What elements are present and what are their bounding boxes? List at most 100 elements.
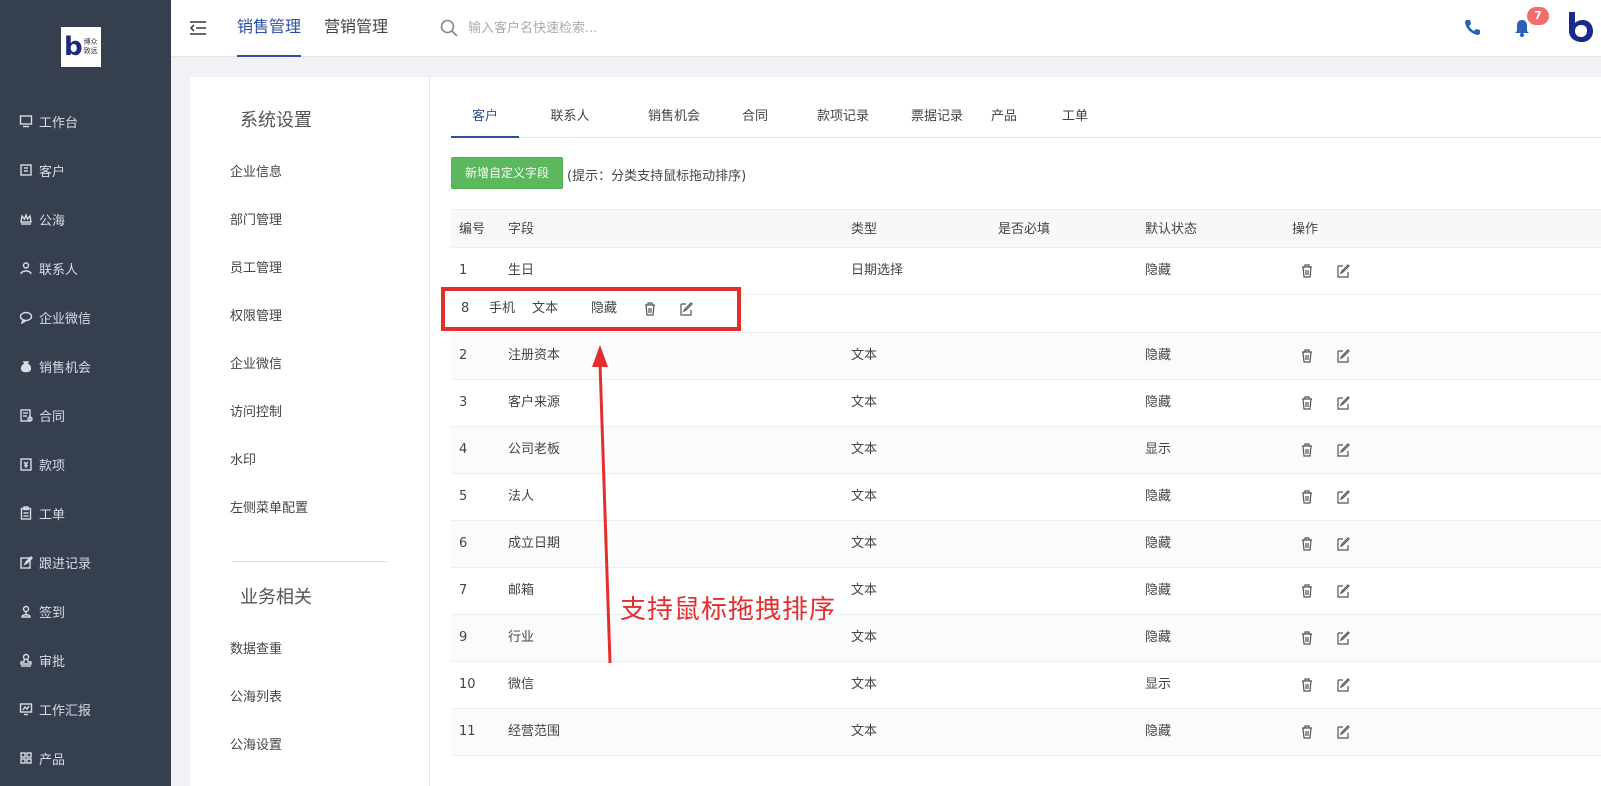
edit-icon[interactable] [1336, 489, 1350, 505]
settings-item-6[interactable]: 水印 [230, 449, 256, 468]
table-row[interactable]: 5 法人 文本 隐藏 [451, 474, 1601, 521]
sidebar-item-12[interactable]: 工作汇报 [0, 694, 171, 724]
phone-icon[interactable] [1461, 17, 1483, 39]
search-icon[interactable] [439, 18, 459, 38]
table-row[interactable]: 6 成立日期 文本 隐藏 [451, 521, 1601, 568]
sidebar-item-0[interactable]: 工作台 [0, 106, 171, 136]
top-tab-marketing[interactable]: 营销管理 [324, 0, 388, 57]
sidebar-item-label: 企业微信 [39, 311, 92, 327]
top-tab-sales[interactable]: 销售管理 [237, 0, 301, 57]
table-row[interactable]: 3 客户来源 文本 隐藏 [451, 380, 1601, 427]
drag-row-field: 手机 [489, 301, 516, 316]
tab-3[interactable]: 合同 [723, 97, 787, 138]
column-header-5: 操作 [1292, 222, 1319, 237]
tab-0[interactable]: 客户 [451, 97, 519, 138]
cell-field: 注册资本 [508, 348, 561, 363]
settings-item-3[interactable]: 权限管理 [230, 305, 282, 324]
trash-icon[interactable] [1300, 724, 1314, 740]
trash-icon[interactable] [643, 301, 657, 317]
sidebar-item-10[interactable]: 签到 [0, 596, 171, 626]
edit-icon[interactable] [1336, 348, 1350, 364]
sidebar-item-label: 公海 [39, 213, 66, 229]
trash-icon[interactable] [1300, 442, 1314, 458]
cell-no: 4 [459, 442, 468, 457]
location-icon [19, 604, 33, 618]
tab-6[interactable]: 产品 [987, 97, 1021, 138]
table-row[interactable]: 10 微信 文本 显示 [451, 662, 1601, 709]
add-custom-field-button[interactable]: 新增自定义字段 [451, 157, 563, 189]
menu-collapse-icon[interactable] [187, 17, 209, 39]
trash-icon[interactable] [1300, 348, 1314, 364]
dragging-row[interactable]: 8 手机 文本 隐藏 [441, 287, 741, 331]
table-row[interactable]: 2 注册资本 文本 隐藏 [451, 333, 1601, 380]
settings-item-5[interactable]: 访问控制 [230, 401, 282, 420]
table-row[interactable]: 11 经营范围 文本 隐藏 [451, 709, 1601, 756]
edit-icon[interactable] [1336, 536, 1350, 552]
settings-item-4[interactable]: 企业微信 [230, 353, 282, 372]
edit-icon[interactable] [1336, 395, 1350, 411]
cell-no: 3 [459, 395, 468, 410]
table-row[interactable]: 4 公司老板 文本 显示 [451, 427, 1601, 474]
payment-icon [19, 457, 33, 471]
settings-divider [232, 561, 387, 562]
tab-5[interactable]: 票据记录 [885, 97, 989, 138]
drag-sort-annotation: 支持鼠标拖拽排序 [620, 595, 837, 625]
tab-7[interactable]: 工单 [1051, 97, 1099, 138]
sidebar-item-13[interactable]: 产品 [0, 743, 171, 773]
sidebar-item-8[interactable]: 工单 [0, 498, 171, 528]
sidebar-item-1[interactable]: 客户 [0, 155, 171, 185]
edit-icon[interactable] [1336, 583, 1350, 599]
cell-no: 10 [459, 677, 476, 692]
sidebar-item-7[interactable]: 款项 [0, 449, 171, 479]
trash-icon[interactable] [1300, 583, 1314, 599]
cell-state: 隐藏 [1145, 489, 1172, 504]
customer-search-input[interactable] [468, 16, 728, 40]
settings-item-7[interactable]: 左侧菜单配置 [230, 497, 308, 516]
settings-item-0[interactable]: 企业信息 [230, 161, 282, 180]
sidebar-item-9[interactable]: 跟进记录 [0, 547, 171, 577]
edit-icon[interactable] [679, 301, 693, 317]
tab-4[interactable]: 款项记录 [795, 97, 891, 138]
user-avatar-icon[interactable] [1566, 10, 1596, 44]
sidebar-item-3[interactable]: 联系人 [0, 253, 171, 283]
edit-icon[interactable] [1336, 630, 1350, 646]
edit-icon[interactable] [1336, 724, 1350, 740]
sidebar-item-label: 合同 [39, 409, 66, 425]
tab-2[interactable]: 销售机会 [619, 97, 729, 138]
logo-text-1: 博众 [83, 38, 98, 46]
cell-field: 成立日期 [508, 536, 561, 551]
sidebar-item-label: 客户 [39, 164, 66, 180]
trash-icon[interactable] [1300, 263, 1314, 279]
trash-icon[interactable] [1300, 630, 1314, 646]
business-settings-title: 业务相关 [240, 587, 312, 608]
pen-icon [19, 555, 33, 569]
cell-field: 客户来源 [508, 395, 561, 410]
sidebar-item-5[interactable]: 销售机会 [0, 351, 171, 381]
company-logo[interactable]: b 博众 致远 [61, 27, 101, 67]
sidebar-item-6[interactable]: 合同 [0, 400, 171, 430]
column-header-1: 字段 [508, 222, 535, 237]
trash-icon[interactable] [1300, 677, 1314, 693]
settings-item-2[interactable]: 员工管理 [230, 257, 282, 276]
trash-icon[interactable] [1300, 395, 1314, 411]
trash-icon[interactable] [1300, 536, 1314, 552]
annotation-arrow [592, 345, 612, 664]
sidebar-item-11[interactable]: 审批 [0, 645, 171, 675]
sidebar-item-label: 销售机会 [39, 360, 92, 376]
cell-type: 文本 [851, 489, 878, 504]
edit-icon[interactable] [1336, 677, 1350, 693]
edit-icon[interactable] [1336, 442, 1350, 458]
settings-item-1[interactable]: 部门管理 [230, 209, 282, 228]
cell-state: 显示 [1145, 442, 1172, 457]
stamp-icon [19, 653, 33, 667]
cell-field: 公司老板 [508, 442, 561, 457]
trash-icon[interactable] [1300, 489, 1314, 505]
sidebar-item-2[interactable]: 公海 [0, 204, 171, 234]
tab-1[interactable]: 联系人 [535, 97, 605, 138]
edit-icon[interactable] [1336, 263, 1350, 279]
cell-type: 文本 [851, 442, 878, 457]
sidebar-item-4[interactable]: 企业微信 [0, 302, 171, 332]
business-item-2[interactable]: 公海设置 [230, 734, 282, 753]
business-item-1[interactable]: 公海列表 [230, 686, 282, 705]
business-item-0[interactable]: 数据查重 [230, 638, 282, 657]
